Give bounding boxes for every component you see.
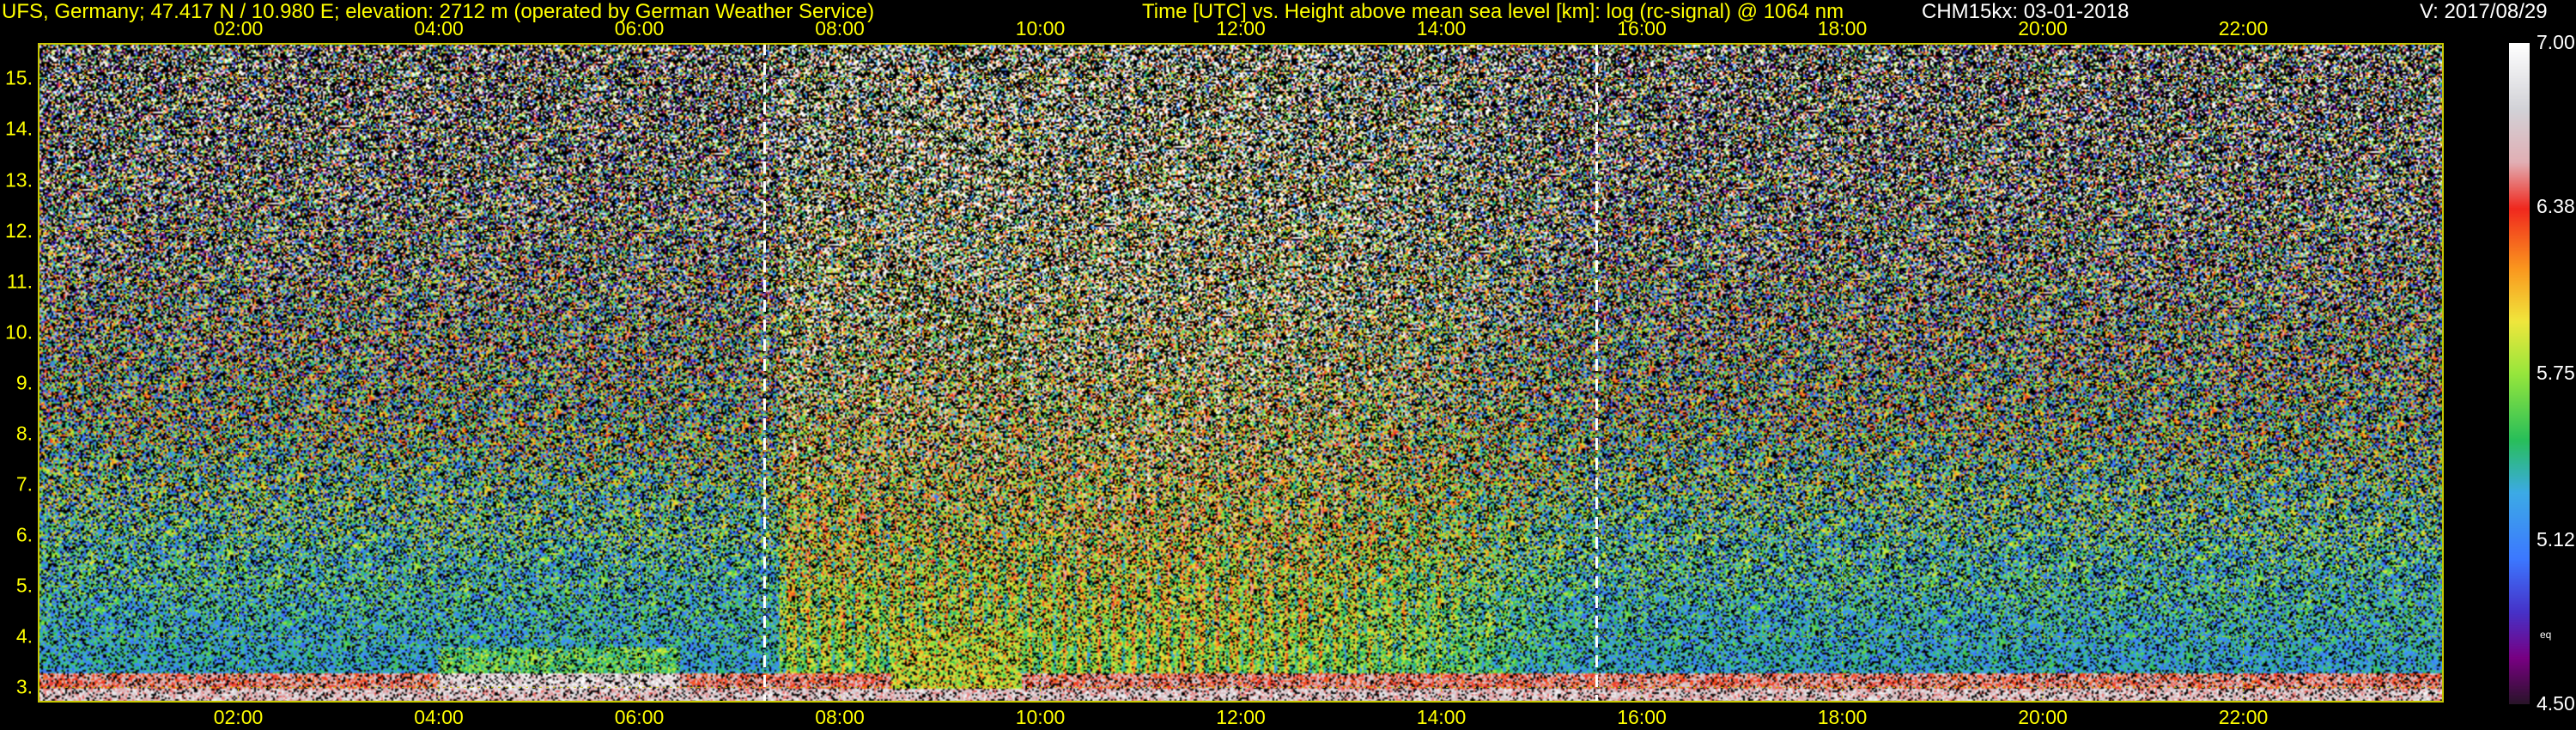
time-tick-label: 20:00 (2018, 706, 2068, 728)
plot-overlay (38, 43, 2444, 703)
height-tick-label: 5. (15, 574, 33, 597)
time-tick-label: 14:00 (1416, 17, 1467, 40)
height-tick-label: 8. (15, 422, 33, 445)
colorbar-label: 5.75 (2537, 362, 2575, 384)
time-tick-label: 18:00 (1817, 17, 1868, 40)
time-tick-label: 18:00 (1817, 706, 1868, 728)
colorbar-label: 7.00 (2537, 31, 2575, 53)
time-tick-label: 04:00 (414, 706, 464, 728)
colorbar-label: 6.38 (2537, 194, 2575, 217)
colorbar-label: 4.50 (2537, 692, 2575, 715)
time-tick-label: 08:00 (815, 706, 865, 728)
time-tick-label: 08:00 (815, 17, 865, 40)
time-tick-label: 20:00 (2018, 17, 2068, 40)
time-tick-label: 06:00 (614, 17, 665, 40)
time-tick-label: 22:00 (2218, 17, 2269, 40)
height-tick-label: 11. (6, 270, 33, 293)
time-tick-label: 02:00 (213, 706, 264, 728)
height-tick-label: 15. (5, 66, 33, 89)
colorbar-label: 5.12 (2537, 528, 2575, 551)
time-tick-label: 16:00 (1617, 17, 1667, 40)
height-tick-label: 6. (15, 523, 33, 546)
height-tick-label: 13. (5, 168, 33, 191)
time-tick-label: 10:00 (1015, 17, 1066, 40)
time-tick-label: 02:00 (213, 17, 264, 40)
height-tick-label: 9. (15, 371, 33, 394)
time-tick-label: 06:00 (614, 706, 665, 728)
colorbar (2509, 43, 2530, 704)
time-tick-label: 10:00 (1015, 706, 1066, 728)
time-tick-label: 12:00 (1216, 17, 1266, 40)
time-tick-label: 12:00 (1216, 706, 1266, 728)
height-tick-label: 3. (15, 675, 33, 698)
time-tick-label: 04:00 (414, 17, 464, 40)
height-tick-label: 12. (5, 219, 33, 242)
height-tick-label: 10. (5, 320, 33, 344)
height-tick-label: 14. (5, 117, 33, 140)
height-tick-label: 7. (15, 472, 33, 496)
version-label: V: 2017/08/29 (2420, 0, 2548, 23)
colorbar-extra-label: eq (2540, 629, 2552, 641)
height-tick-label: 4. (15, 624, 33, 648)
time-tick-label: 16:00 (1617, 706, 1667, 728)
time-tick-label: 22:00 (2218, 706, 2269, 728)
time-tick-label: 14:00 (1416, 706, 1467, 728)
